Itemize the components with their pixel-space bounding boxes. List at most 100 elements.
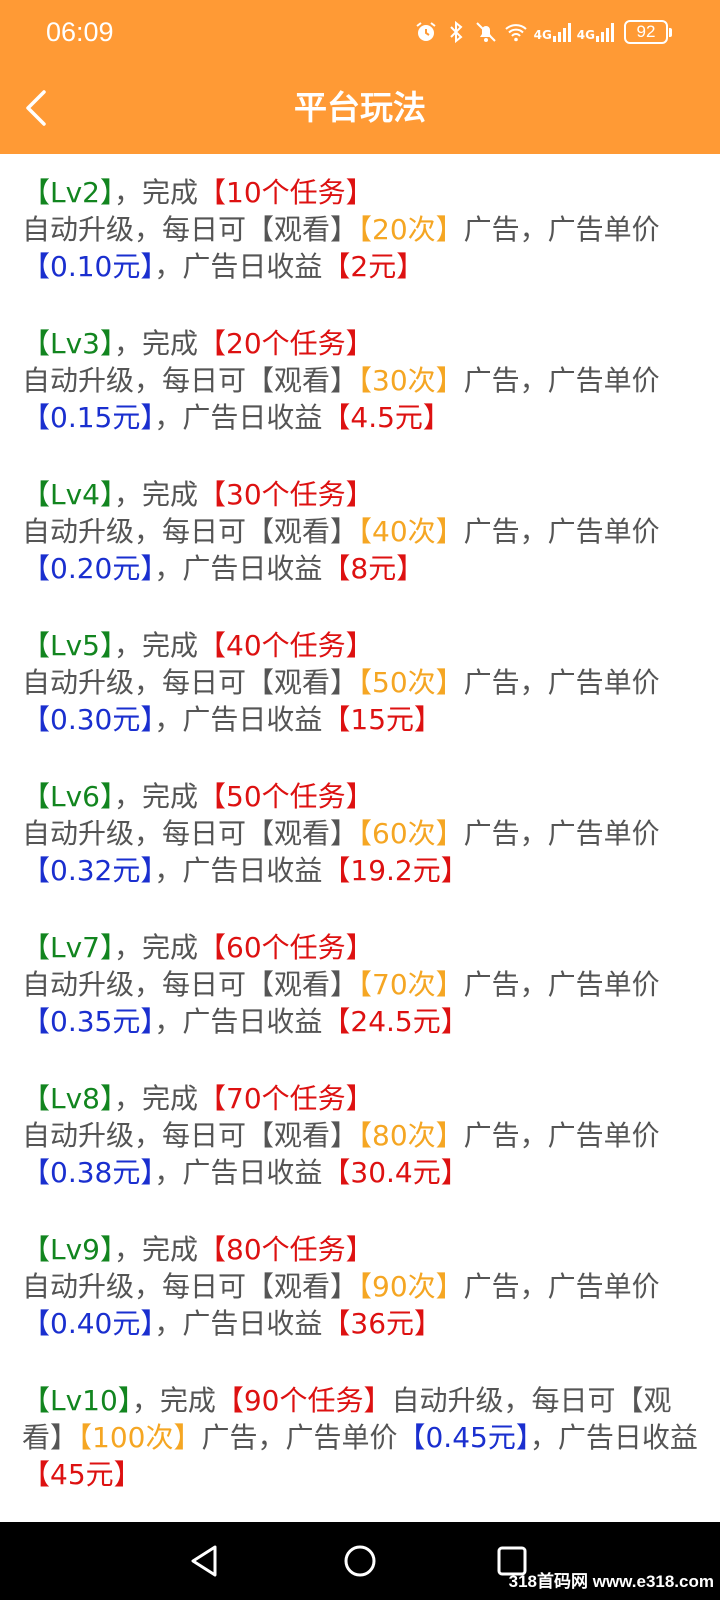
level-rule-item: 【Lv9】，完成【80个任务】自动升级，每日可【观看】【90次】广告，广告单价【… bbox=[22, 1231, 698, 1342]
rule-segment-orange: 【90次】 bbox=[358, 1270, 464, 1303]
rule-segment-blue: 【0.45元】 bbox=[397, 1421, 530, 1454]
rule-segment-orange: 【80次】 bbox=[358, 1119, 464, 1152]
rule-segment-red: 【8元】 bbox=[322, 552, 425, 585]
rule-segment-orange: 【100次】 bbox=[78, 1421, 202, 1454]
rule-segment-orange: 【40次】 bbox=[358, 515, 464, 548]
rule-segment-gray: ，完成 bbox=[114, 327, 199, 360]
rule-segment-gray: ，广告日收益 bbox=[154, 1307, 323, 1340]
battery-icon: 92 bbox=[624, 20, 672, 44]
page-title: 平台玩法 bbox=[294, 88, 426, 127]
rule-segment-red: 【45元】 bbox=[22, 1458, 142, 1491]
rule-segment-green: 【Lv7】 bbox=[22, 931, 114, 964]
mute-bell-icon bbox=[475, 22, 496, 42]
rule-segment-gray: 广告，广告单价 bbox=[463, 666, 660, 699]
level-rule-item: 【Lv3】，完成【20个任务】自动升级，每日可【观看】【30次】广告，广告单价【… bbox=[22, 325, 698, 436]
rule-segment-blue: 【0.30元】 bbox=[22, 703, 155, 736]
triangle-back-icon bbox=[191, 1545, 217, 1577]
rule-segment-red: 【24.5元】 bbox=[322, 1005, 469, 1038]
nav-back-button[interactable] bbox=[180, 1538, 228, 1584]
rule-segment-gray: ，完成 bbox=[114, 478, 199, 511]
rule-segment-red: 【70个任务】 bbox=[198, 1082, 374, 1115]
rule-segment-red: 【20个任务】 bbox=[198, 327, 374, 360]
rule-segment-green: 【Lv9】 bbox=[22, 1233, 114, 1266]
rule-segment-gray: ，完成 bbox=[114, 1082, 199, 1115]
rule-segment-red: 【36元】 bbox=[322, 1307, 443, 1340]
rule-segment-red: 【30个任务】 bbox=[198, 478, 374, 511]
rule-segment-orange: 【30次】 bbox=[358, 364, 464, 397]
rule-segment-red: 【19.2元】 bbox=[322, 854, 469, 887]
signal-4g-icon-1: 4G bbox=[534, 22, 571, 42]
top-app-bar: 06:09 4G 4G 92 平台玩法 bbox=[0, 0, 720, 154]
rule-segment-gray: ，广告日收益 bbox=[154, 250, 323, 283]
rule-segment-blue: 【0.40元】 bbox=[22, 1307, 155, 1340]
circle-home-icon bbox=[344, 1545, 376, 1577]
rule-segment-gray: ，完成 bbox=[114, 1233, 199, 1266]
rule-segment-red: 【90个任务】 bbox=[215, 1384, 392, 1417]
rule-segment-gray: ，广告日收益 bbox=[154, 1156, 323, 1189]
rule-segment-gray: ，广告日收益 bbox=[154, 552, 323, 585]
rules-content[interactable]: 【Lv2】，完成【10个任务】自动升级，每日可【观看】【20次】广告，广告单价【… bbox=[0, 154, 720, 1522]
status-icons: 4G 4G 92 bbox=[414, 14, 672, 50]
rule-segment-blue: 【0.38元】 bbox=[22, 1156, 155, 1189]
rule-segment-orange: 【50次】 bbox=[358, 666, 464, 699]
rule-segment-gray: 自动升级，每日可【观看】 bbox=[22, 817, 359, 850]
level-list: 【Lv2】，完成【10个任务】自动升级，每日可【观看】【20次】广告，广告单价【… bbox=[22, 174, 698, 1493]
rule-segment-gray: ，广告日收益 bbox=[154, 401, 323, 434]
rule-segment-red: 【2元】 bbox=[322, 250, 425, 283]
nav-home-button[interactable] bbox=[336, 1538, 384, 1584]
bluetooth-icon bbox=[449, 20, 463, 44]
rule-segment-red: 【15元】 bbox=[322, 703, 443, 736]
rule-segment-gray: 自动升级，每日可【观看】 bbox=[22, 1119, 359, 1152]
rule-segment-gray: ，完成 bbox=[114, 176, 199, 209]
rule-segment-red: 【40个任务】 bbox=[198, 629, 374, 662]
rule-segment-red: 【10个任务】 bbox=[198, 176, 374, 209]
rule-segment-green: 【Lv10】 bbox=[22, 1384, 132, 1417]
rule-segment-blue: 【0.10元】 bbox=[22, 250, 155, 283]
system-nav-bar: 318首码网 www.e318.com bbox=[0, 1522, 720, 1600]
rule-segment-gray: 自动升级，每日可【观看】 bbox=[22, 1270, 359, 1303]
rule-segment-gray: 广告，广告单价 bbox=[463, 1270, 660, 1303]
rule-segment-red: 【30.4元】 bbox=[322, 1156, 469, 1189]
rule-segment-orange: 【70次】 bbox=[358, 968, 464, 1001]
rule-segment-gray: 自动升级，每日可【观看】 bbox=[22, 515, 359, 548]
level-rule-item: 【Lv7】，完成【60个任务】自动升级，每日可【观看】【70次】广告，广告单价【… bbox=[22, 929, 698, 1040]
rule-segment-blue: 【0.32元】 bbox=[22, 854, 155, 887]
level-rule-item: 【Lv6】，完成【50个任务】自动升级，每日可【观看】【60次】广告，广告单价【… bbox=[22, 778, 698, 889]
rule-segment-gray: 自动升级，每日可【观看】 bbox=[22, 364, 359, 397]
rule-segment-gray: ，完成 bbox=[114, 629, 199, 662]
rule-segment-red: 【60个任务】 bbox=[198, 931, 374, 964]
watermark: 318首码网 www.e318.com bbox=[508, 1572, 714, 1591]
rule-segment-gray: ，完成 bbox=[131, 1384, 216, 1417]
rule-segment-green: 【Lv5】 bbox=[22, 629, 114, 662]
rule-segment-gray: ，广告日收益 bbox=[154, 854, 323, 887]
network-label-2: 4G bbox=[576, 28, 595, 42]
rule-segment-gray: ，完成 bbox=[114, 780, 199, 813]
rule-segment-red: 【80个任务】 bbox=[198, 1233, 374, 1266]
level-rule-item: 【Lv8】，完成【70个任务】自动升级，每日可【观看】【80次】广告，广告单价【… bbox=[22, 1080, 698, 1191]
rule-segment-gray: 广告，广告单价 bbox=[201, 1421, 398, 1454]
rule-segment-green: 【Lv8】 bbox=[22, 1082, 114, 1115]
rule-segment-orange: 【20次】 bbox=[358, 213, 464, 246]
rule-segment-green: 【Lv2】 bbox=[22, 176, 114, 209]
rule-segment-green: 【Lv4】 bbox=[22, 478, 114, 511]
rule-segment-blue: 【0.15元】 bbox=[22, 401, 155, 434]
level-rule-item: 【Lv2】，完成【10个任务】自动升级，每日可【观看】【20次】广告，广告单价【… bbox=[22, 174, 698, 285]
rule-segment-gray: 广告，广告单价 bbox=[463, 817, 660, 850]
rule-segment-green: 【Lv3】 bbox=[22, 327, 114, 360]
status-time: 06:09 bbox=[46, 17, 114, 47]
rule-segment-gray: ，广告日收益 bbox=[529, 1421, 698, 1454]
level-rule-item: 【Lv4】，完成【30个任务】自动升级，每日可【观看】【40次】广告，广告单价【… bbox=[22, 476, 698, 587]
rule-segment-gray: 广告，广告单价 bbox=[463, 364, 660, 397]
alarm-icon bbox=[415, 22, 436, 41]
rule-segment-gray: ，广告日收益 bbox=[154, 703, 323, 736]
rule-segment-gray: 自动升级，每日可【观看】 bbox=[22, 968, 359, 1001]
rule-segment-gray: 广告，广告单价 bbox=[463, 213, 660, 246]
level-rule-item: 【Lv10】，完成【90个任务】自动升级，每日可【观看】【100次】广告，广告单… bbox=[22, 1382, 698, 1493]
rule-segment-gray: 自动升级，每日可【观看】 bbox=[22, 666, 359, 699]
rule-segment-gray: 广告，广告单价 bbox=[463, 968, 660, 1001]
wifi-icon bbox=[504, 24, 527, 42]
rule-segment-gray: 自动升级，每日可【观看】 bbox=[22, 213, 359, 246]
rule-segment-gray: ，广告日收益 bbox=[154, 1005, 323, 1038]
level-rule-item: 【Lv5】，完成【40个任务】自动升级，每日可【观看】【50次】广告，广告单价【… bbox=[22, 627, 698, 738]
rule-segment-gray: ，完成 bbox=[114, 931, 199, 964]
